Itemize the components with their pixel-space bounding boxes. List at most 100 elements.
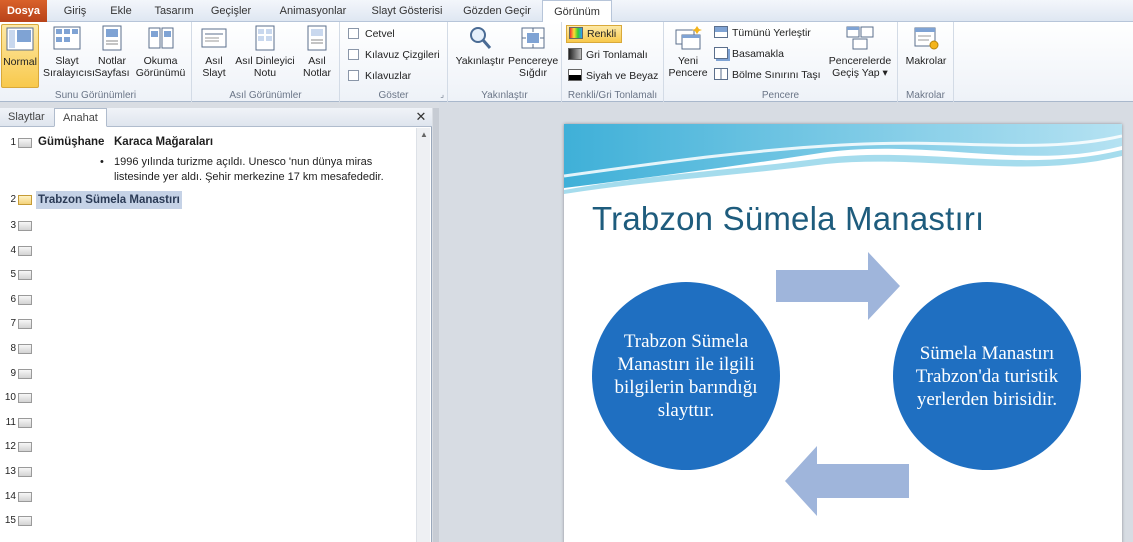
outline-slide-empty[interactable]: 11 <box>0 415 416 431</box>
slide-master-label-1: Asıl <box>205 55 223 67</box>
slide-number: 5 <box>10 269 16 281</box>
outline-slide-empty[interactable]: 14 <box>0 489 416 505</box>
slide-sorter-button[interactable]: Slayt Sıralayıcısı <box>43 24 95 79</box>
notes-page-label-1: Notlar <box>97 55 126 67</box>
slide-icon <box>18 491 32 502</box>
slide-1-title-part-2[interactable]: Karaca Mağaraları <box>114 136 213 148</box>
slide-icon <box>18 221 32 231</box>
tab-review[interactable]: Gözden Geçir <box>458 0 536 22</box>
handout-master-button[interactable]: Asıl Dinleyici Notu <box>234 24 296 79</box>
slide-number: 3 <box>10 220 16 231</box>
grayscale-label: Gri Tonlamalı <box>586 49 648 61</box>
slide-title[interactable]: Trabzon Sümela Manastırı <box>592 200 984 238</box>
notes-master-button[interactable]: Asıl Notlar <box>298 24 336 79</box>
master-views-group-label: Asıl Görünümler <box>229 90 302 101</box>
outline-slide-empty[interactable]: 8 <box>0 341 416 357</box>
outline-slide-1[interactable]: 1 Gümüşhane Karaca Mağaraları <box>0 135 416 151</box>
macros-label: Makrolar <box>905 55 947 67</box>
grayscale-swatch-icon <box>568 48 582 60</box>
color-swatch-icon <box>569 27 583 39</box>
right-circle[interactable]: Sümela Manastırı Trabzon'da turistik yer… <box>893 282 1081 470</box>
reading-view-button[interactable]: Okuma Görünümü <box>133 24 188 79</box>
bullet-icon: • <box>100 156 104 168</box>
tab-slides[interactable]: Slaytlar <box>0 108 53 127</box>
scroll-up-icon[interactable]: ▲ <box>419 130 429 140</box>
outline-slide-empty[interactable]: 15 <box>0 513 416 529</box>
outline-slide-empty[interactable]: 3 <box>0 218 416 234</box>
slide-icon <box>18 138 32 148</box>
slide-icon <box>18 344 32 354</box>
fit-to-window-icon <box>521 27 545 49</box>
guides-checkbox-box[interactable] <box>348 70 359 81</box>
tab-home[interactable]: Giriş <box>56 0 94 22</box>
outline-slide-empty[interactable]: 13 <box>0 464 416 480</box>
outline-slide-empty[interactable]: 5 <box>0 267 416 283</box>
switch-windows-button[interactable]: Pencerelerde Geçiş Yap ▾ <box>826 24 894 79</box>
ruler-checkbox[interactable]: Cetvel <box>348 26 395 42</box>
outline-slide-empty[interactable]: 10 <box>0 390 416 406</box>
gridlines-checkbox[interactable]: Kılavuz Çizgileri <box>348 47 440 63</box>
outline-slide-empty[interactable]: 7 <box>0 316 416 332</box>
tab-animations[interactable]: Animasyonlar <box>272 0 354 22</box>
slide-2-title[interactable]: Trabzon Sümela Manastırı <box>36 191 182 209</box>
tab-outline[interactable]: Anahat <box>54 108 107 127</box>
left-arrow-shape[interactable] <box>783 446 909 516</box>
new-window-button[interactable]: Yeni Pencere <box>666 24 710 79</box>
slide-number: 12 <box>4 441 16 453</box>
tab-insert[interactable]: Ekle <box>104 0 138 22</box>
slide-1-body[interactable]: 1996 yılında turizme açıldı. Unesco 'nun… <box>114 155 384 185</box>
outline-slide-empty[interactable]: 9 <box>0 366 416 382</box>
outline-slide-empty[interactable]: 12 <box>0 439 416 455</box>
slide-1-title-part-1[interactable]: Gümüşhane <box>38 136 104 148</box>
outline-slide-empty[interactable]: 6 <box>0 292 416 308</box>
slide-number: 2 <box>10 194 16 205</box>
notes-page-button[interactable]: Notlar Sayfası <box>93 24 131 79</box>
close-pane-icon[interactable]: ✕ <box>414 109 428 125</box>
group-macros: Makrolar Makrolar <box>898 22 954 102</box>
left-circle[interactable]: Trabzon Sümela Manastırı ile ilgili bilg… <box>592 282 780 470</box>
black-white-button[interactable]: Siyah ve Beyaz <box>568 68 658 84</box>
tab-transitions[interactable]: Geçişler <box>204 0 258 22</box>
cascade-button[interactable]: Basamakla <box>714 46 784 62</box>
tab-slide-show[interactable]: Slayt Gösterisi <box>364 0 450 22</box>
tab-file[interactable]: Dosya <box>0 0 47 22</box>
zoom-button[interactable]: Yakınlaştır <box>452 24 508 67</box>
slide-number: 11 <box>5 416 16 428</box>
switch-windows-icon <box>846 26 874 50</box>
slide-icon <box>18 294 32 305</box>
dialog-launcher-icon[interactable]: ⌟ <box>440 90 444 99</box>
tab-design[interactable]: Tasarım <box>148 0 200 22</box>
macros-button[interactable]: Makrolar <box>902 24 950 67</box>
slide-number: 7 <box>10 318 16 330</box>
color-button[interactable]: Renkli <box>566 25 622 43</box>
outline-slide-2[interactable]: 2 Trabzon Sümela Manastırı <box>0 191 416 209</box>
fit-to-window-label-2: Sığdır <box>518 67 547 79</box>
vertical-scrollbar[interactable]: ▲ <box>416 128 430 542</box>
normal-view-button[interactable]: Normal <box>1 24 39 88</box>
color-label: Renkli <box>587 28 617 40</box>
slide-sorter-label-2: Sıralayıcısı <box>43 67 95 79</box>
new-window-label-2: Pencere <box>668 67 708 79</box>
tab-view[interactable]: Görünüm <box>542 0 612 23</box>
ruler-checkbox-box[interactable] <box>348 28 359 39</box>
ruler-label: Cetvel <box>365 28 395 40</box>
arrange-all-button[interactable]: Tümünü Yerleştir <box>714 25 811 41</box>
move-split-icon <box>714 68 728 80</box>
slide-icon <box>18 393 32 404</box>
group-master-views: Asıl Slayt Asıl Dinleyici Notu Asıl Notl… <box>192 22 340 102</box>
gridlines-checkbox-box[interactable] <box>348 49 359 60</box>
guides-checkbox[interactable]: Kılavuzlar <box>348 68 411 84</box>
slide-1-body-line-2: listesinde yer aldı. Şehir merkezine 17 … <box>114 171 384 183</box>
cascade-icon <box>714 47 728 59</box>
slide-master-button[interactable]: Asıl Slayt <box>196 24 232 79</box>
grayscale-button[interactable]: Gri Tonlamalı <box>568 47 648 63</box>
group-presentation-views: Normal Slayt Sıralayıcısı Notlar Sayfası… <box>0 22 192 102</box>
outline-slide-empty[interactable]: 4 <box>0 243 416 259</box>
move-split-button[interactable]: Bölme Sınırını Taşı <box>714 67 821 83</box>
normal-view-label: Normal <box>3 56 37 68</box>
move-split-label: Bölme Sınırını Taşı <box>732 69 821 81</box>
slide-canvas[interactable]: Trabzon Sümela Manastırı Trabzon Sümela … <box>564 124 1122 542</box>
fit-to-window-button[interactable]: Pencereye Sığdır <box>508 24 558 79</box>
wave-decoration <box>564 124 1122 194</box>
right-arrow-shape[interactable] <box>776 252 902 320</box>
